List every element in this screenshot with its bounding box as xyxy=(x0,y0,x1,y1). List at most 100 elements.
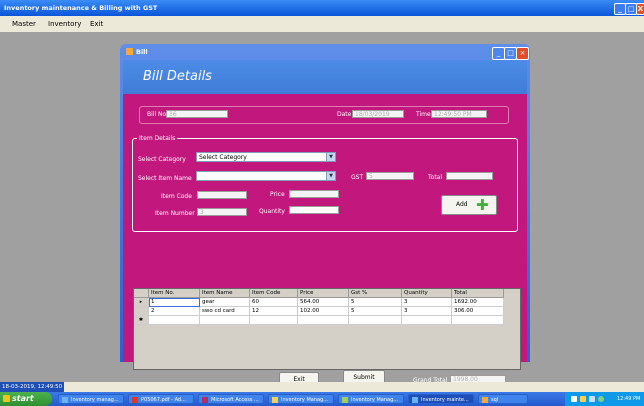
total-field[interactable] xyxy=(446,172,493,180)
items-table[interactable]: Item No. Item Name Item Code Price Gst %… xyxy=(133,288,521,370)
items-grid: Item No. Item Name Item Code Price Gst %… xyxy=(134,289,504,325)
bill-window-title: Bill xyxy=(136,48,148,56)
start-label: start xyxy=(12,394,34,403)
cell-item-name[interactable]: gear xyxy=(199,297,250,307)
item-name-select[interactable]: ▼ xyxy=(196,171,336,181)
item-number-label: Item Number xyxy=(155,210,195,217)
bill-window-icon xyxy=(126,48,133,55)
cell-item-name[interactable]: swo cd card xyxy=(199,306,250,316)
bill-panel: Bill No. 36 Date 18/03/2019 Time 12:49:5… xyxy=(123,94,527,388)
menu-master[interactable]: Master xyxy=(12,16,36,32)
bill-close-icon[interactable]: × xyxy=(516,47,529,60)
pdf-icon xyxy=(132,397,138,403)
total-label: Total xyxy=(428,174,443,181)
status-datetime: 18-03-2019, 12:49:50 xyxy=(0,382,64,392)
item-number-field[interactable]: 3 xyxy=(197,208,247,216)
table-row-new[interactable]: ✱ xyxy=(134,315,504,325)
cell-item-code[interactable]: 12 xyxy=(249,306,298,316)
status-bar: 18-03-2019, 12:49:50 xyxy=(0,382,644,392)
folder-icon xyxy=(272,397,278,403)
menu-bar: Master Inventory Exit xyxy=(0,16,644,32)
col-item-name[interactable]: Item Name xyxy=(199,289,250,298)
cell-price[interactable]: 102.00 xyxy=(297,306,349,316)
col-quantity[interactable]: Quantity xyxy=(401,289,452,298)
system-tray: 12:49 PM xyxy=(565,392,644,406)
cell-total[interactable]: 1692.00 xyxy=(451,297,504,307)
chevron-down-icon[interactable]: ▼ xyxy=(326,153,335,161)
category-label: Select Category xyxy=(138,156,186,163)
new-row-marker: ✱ xyxy=(134,315,149,325)
cell-gst[interactable]: 5 xyxy=(348,297,402,307)
time-field[interactable]: 12:49:50 PM xyxy=(431,110,487,118)
category-select[interactable]: Select Category ▼ xyxy=(196,152,336,162)
col-gst[interactable]: Gst % xyxy=(348,289,402,298)
item-code-label: Item Code xyxy=(161,193,192,200)
gst-field[interactable]: 5 xyxy=(366,172,414,180)
price-field[interactable] xyxy=(289,190,339,198)
cell-item-code[interactable]: 60 xyxy=(249,297,298,307)
main-window-titlebar: Inventory maintenance & Billing with GST… xyxy=(0,0,644,16)
app-icon xyxy=(482,397,488,403)
task-access[interactable]: Microsoft Access ... xyxy=(198,394,264,404)
bill-no-field[interactable]: 36 xyxy=(166,110,228,118)
cell-price[interactable]: 564.00 xyxy=(297,297,349,307)
app-icon xyxy=(342,397,348,403)
bill-header: Bill Details xyxy=(123,60,527,94)
price-label: Price xyxy=(270,191,285,198)
gst-label: GST xyxy=(351,174,364,181)
clock[interactable]: 12:49 PM xyxy=(617,392,640,406)
main-window-title: Inventory maintenance & Billing with GST xyxy=(4,4,158,12)
task-sql[interactable]: sql xyxy=(478,394,528,404)
plus-icon: ✚ xyxy=(476,196,489,214)
col-item-no[interactable]: Item No. xyxy=(148,289,200,298)
item-code-field[interactable] xyxy=(197,191,247,199)
bill-no-label: Bill No. xyxy=(147,111,168,118)
cell-total[interactable]: 306.00 xyxy=(451,306,504,316)
cell-item-no[interactable]: 2 xyxy=(148,306,200,316)
windows-logo-icon xyxy=(3,395,10,402)
add-button-label: Add xyxy=(456,201,468,208)
tray-icon[interactable] xyxy=(589,396,595,402)
cell-quantity[interactable]: 3 xyxy=(401,306,452,316)
task-inventory-1[interactable]: Inventory manag... xyxy=(58,394,124,404)
quantity-label: Quantity xyxy=(259,208,285,215)
col-price[interactable]: Price xyxy=(297,289,349,298)
task-inventory-2[interactable]: Inventory Manag... xyxy=(268,394,334,404)
col-total[interactable]: Total xyxy=(451,289,504,298)
start-button[interactable]: start xyxy=(0,392,52,406)
bill-window-titlebar: Bill xyxy=(126,48,148,56)
bill-window: Bill _ □ × Bill Details Bill No. 36 Date… xyxy=(120,44,530,388)
row-header-corner xyxy=(134,289,149,298)
task-inventory-active[interactable]: Inventory mainte... xyxy=(408,394,474,404)
cell-quantity[interactable]: 3 xyxy=(401,297,452,307)
bill-heading: Bill Details xyxy=(143,69,212,84)
row-marker xyxy=(134,306,149,316)
tray-icon[interactable] xyxy=(571,396,577,402)
menu-exit[interactable]: Exit xyxy=(90,16,103,32)
tray-icon[interactable] xyxy=(580,396,586,402)
date-field[interactable]: 18/03/2019 xyxy=(352,110,404,118)
menu-inventory[interactable]: Inventory xyxy=(48,16,81,32)
category-select-value: Select Category xyxy=(199,154,247,161)
row-marker: ▸ xyxy=(134,297,149,307)
window-icon xyxy=(412,397,418,403)
date-label: Date xyxy=(337,111,352,118)
tray-icon[interactable] xyxy=(598,396,604,402)
item-details-title: Item Details xyxy=(137,135,178,142)
quantity-field[interactable] xyxy=(289,206,339,214)
add-button[interactable]: Add ✚ xyxy=(441,195,497,215)
close-icon[interactable]: X xyxy=(636,3,644,15)
time-label: Time xyxy=(416,111,431,118)
chevron-down-icon[interactable]: ▼ xyxy=(326,172,335,180)
table-row[interactable]: ▸ 1 gear 60 564.00 5 3 1692.00 xyxy=(134,297,504,307)
cell-item-no[interactable]: 1 xyxy=(148,297,200,307)
item-name-label: Select Item Name xyxy=(138,175,192,182)
access-icon xyxy=(202,397,208,403)
col-item-code[interactable]: Item Code xyxy=(249,289,298,298)
task-inventory-3[interactable]: Inventory Manag... xyxy=(338,394,404,404)
task-pdf[interactable]: P05067.pdf - Ad... xyxy=(128,394,194,404)
app-icon xyxy=(62,397,68,403)
cell-gst[interactable]: 5 xyxy=(348,306,402,316)
table-row[interactable]: 2 swo cd card 12 102.00 5 3 306.00 xyxy=(134,306,504,316)
taskbar: start Inventory manag... P05067.pdf - Ad… xyxy=(0,392,644,406)
